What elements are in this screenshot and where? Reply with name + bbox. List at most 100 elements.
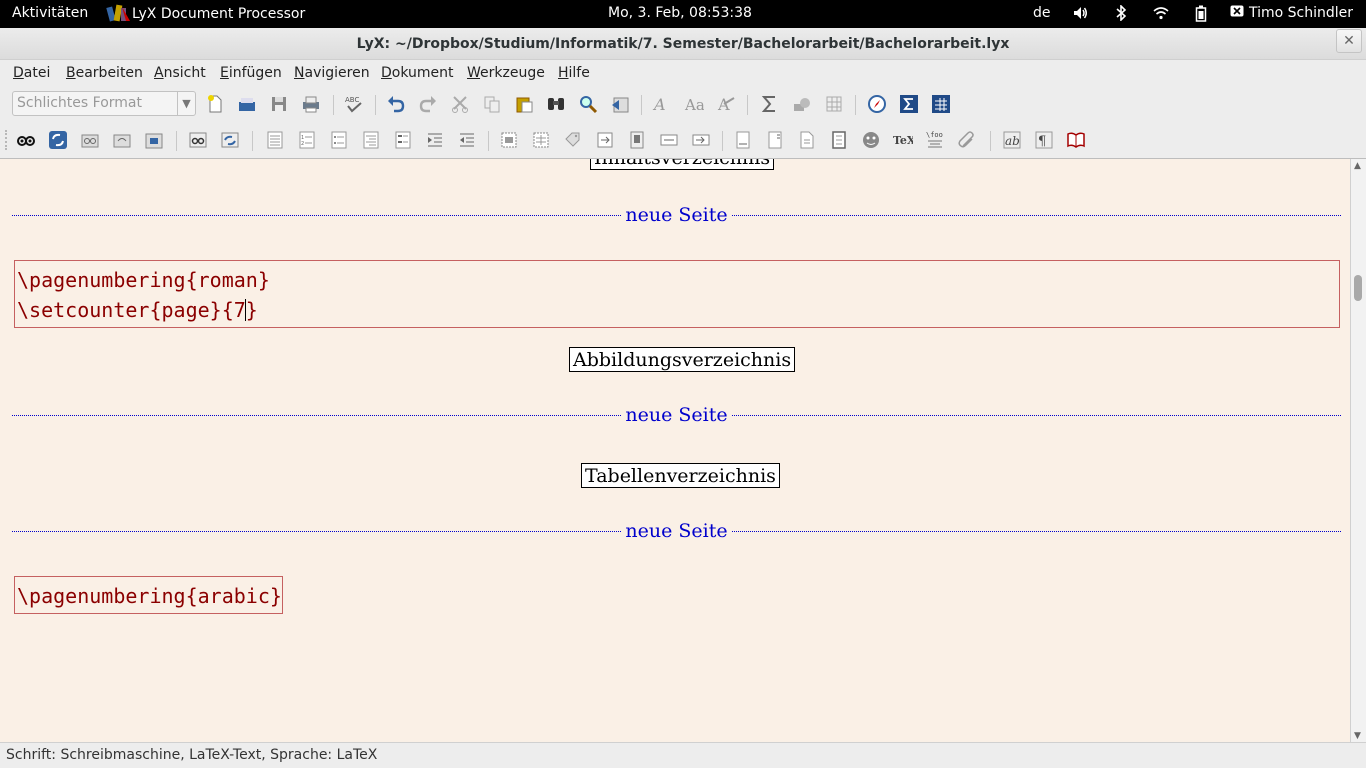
chevron-down-icon[interactable]: ▼ [177,92,195,115]
lot-inset[interactable]: Tabellenverzeichnis [581,463,780,488]
volume-icon[interactable] [1071,4,1089,22]
insert-math-macro-icon[interactable] [860,129,882,151]
insert-note-icon[interactable] [796,129,818,151]
math-panel-icon[interactable] [898,93,920,115]
wifi-icon[interactable] [1152,4,1170,22]
battery-icon[interactable] [1192,4,1210,22]
copy-icon[interactable] [481,93,503,115]
menu-navigieren-mnemonic: N [294,65,305,81]
menu-einfuegen[interactable]: Einfügen [220,65,282,81]
ert-arabic-numbering[interactable]: \pagenumbering{arabic} [14,576,283,614]
paste-icon[interactable] [513,93,535,115]
insert-nomenclature-icon[interactable] [690,129,712,151]
insert-table-float-icon[interactable] [530,129,552,151]
navigate-back-icon[interactable] [609,93,631,115]
insert-tex-code-icon[interactable]: TeX [892,129,914,151]
toc-inset[interactable]: Inhaltsverzeichnis [590,159,775,170]
increase-depth-icon[interactable] [424,129,446,151]
paragraph-settings-icon[interactable]: ¶ [1033,129,1055,151]
paragraph-layout-select[interactable]: Schlichtes Format ▼ [12,91,196,116]
standard-paragraph-icon[interactable] [264,129,286,151]
view-other-icon[interactable] [187,129,209,151]
standard-toolbar: ABC A Aa A [0,86,1366,122]
menu-werkzeuge[interactable]: Werkzeuge [467,65,545,81]
new-document-icon[interactable] [204,93,226,115]
menu-datei[interactable]: Datei [13,65,50,81]
app-menu-button[interactable]: LyX Document Processor [106,3,305,25]
menu-dokument[interactable]: Dokument [381,65,454,81]
update-output-icon[interactable] [47,129,69,151]
insert-table-icon[interactable] [823,93,845,115]
description-icon[interactable] [392,129,414,151]
svg-text:Aa: Aa [684,96,704,114]
insert-citation-icon[interactable] [626,129,648,151]
insert-box-icon[interactable] [828,129,850,151]
toolbar-handle[interactable] [5,130,8,150]
toolbar-separator [252,131,253,151]
update-other-icon[interactable] [219,129,241,151]
keyboard-layout-indicator[interactable]: de [1033,5,1051,21]
user-menu[interactable]: Timo Schindler [1230,5,1353,21]
clock[interactable]: Mo, 3. Feb, 08:53:38 [608,5,752,21]
window-title-bar[interactable]: LyX: ~/Dropbox/Studium/Informatik/7. Sem… [0,28,1366,60]
insert-figure-float-icon[interactable] [498,129,520,151]
scroll-down-arrow-icon[interactable]: ▼ [1354,731,1361,741]
insert-footnote-icon[interactable] [732,129,754,151]
navigator-compass-icon[interactable] [866,93,888,115]
table-panel-icon[interactable] [930,93,952,115]
scrollbar-thumb[interactable] [1354,275,1362,301]
open-document-icon[interactable] [236,93,258,115]
print-icon[interactable] [300,93,322,115]
redo-icon[interactable] [417,93,439,115]
noun-icon[interactable]: Aa [683,93,705,115]
insert-margin-note-icon[interactable] [764,129,786,151]
menu-navigieren[interactable]: Navigieren [294,65,370,81]
document-work-area[interactable]: Inhaltsverzeichnis neue Seite \pagenumbe… [0,158,1366,742]
insert-cross-reference-icon[interactable] [594,129,616,151]
list-icon[interactable] [360,129,382,151]
toolbar-separator [641,95,642,115]
menu-bearbeiten-rest: earbeiten [75,65,143,81]
toggle-font-icon[interactable]: ab [1001,129,1023,151]
find-replace-icon[interactable] [545,93,567,115]
vertical-scrollbar[interactable]: ▲ ▼ [1350,159,1366,742]
insert-index-icon[interactable] [658,129,680,151]
view-pdf-icon[interactable] [15,129,37,151]
spellcheck-icon[interactable]: ABC [343,93,365,115]
close-window-button[interactable]: ✕ [1336,29,1362,53]
cut-icon[interactable] [449,93,471,115]
apply-text-style-icon[interactable]: A [715,93,737,115]
page-break-label: neue Seite [621,404,732,426]
insert-graphics-icon[interactable] [791,93,813,115]
page-break-label: neue Seite [621,204,732,226]
menu-hilfe[interactable]: Hilfe [558,65,590,81]
save-icon[interactable] [268,93,290,115]
help-manual-icon[interactable] [1065,129,1087,151]
emphasis-icon[interactable]: A [651,93,673,115]
menu-bearbeiten[interactable]: Bearbeiten [66,65,143,81]
menu-ansicht-mnemonic: A [154,65,164,81]
decrease-depth-icon[interactable] [456,129,478,151]
enumerate-icon[interactable]: 12 [296,129,318,151]
page-break-1[interactable]: neue Seite [12,204,1341,226]
scroll-up-arrow-icon[interactable]: ▲ [1354,161,1361,171]
svg-text:ABC: ABC [345,96,359,104]
itemize-icon[interactable] [328,129,350,151]
activities-button[interactable]: Aktivitäten [12,5,88,21]
user-status-icon [1230,5,1244,21]
lof-inset[interactable]: Abbildungsverzeichnis [569,347,796,372]
insert-attachment-icon[interactable] [956,129,978,151]
export-icon[interactable] [143,129,165,151]
undo-icon[interactable] [385,93,407,115]
insert-label-icon[interactable] [562,129,584,151]
search-icon[interactable] [577,93,599,115]
update-master-icon[interactable] [111,129,133,151]
view-master-icon[interactable] [79,129,101,151]
menu-ansicht[interactable]: Ansicht [154,65,206,81]
insert-listing-icon[interactable]: \foo [924,129,946,151]
page-break-3[interactable]: neue Seite [12,520,1341,542]
bluetooth-icon[interactable] [1112,4,1130,22]
math-sum-icon[interactable] [759,93,781,115]
ert-roman-numbering[interactable]: \pagenumbering{roman} \setcounter{page}{… [14,260,1340,328]
page-break-2[interactable]: neue Seite [12,404,1341,426]
